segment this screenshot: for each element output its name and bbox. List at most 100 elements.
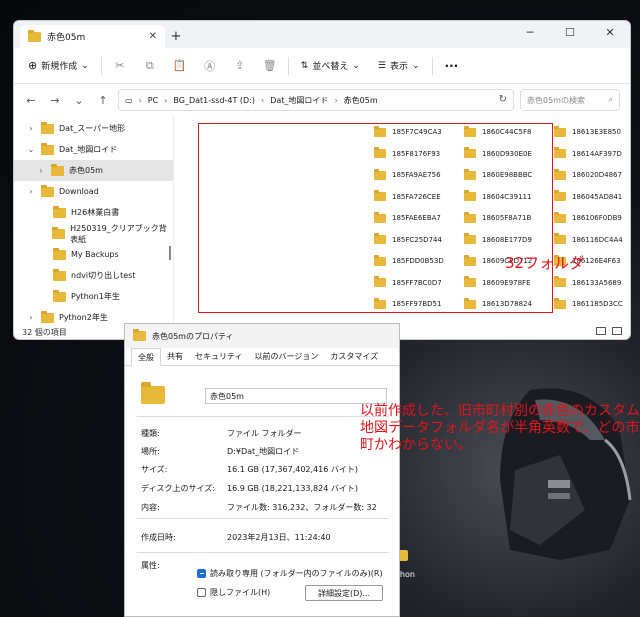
folder-item[interactable]: 1861185D3CC: [554, 294, 630, 314]
folder-name: 18613E3E850: [572, 128, 621, 136]
sort-button[interactable]: ⇅ 並べ替え ⌄: [295, 59, 366, 73]
search-input[interactable]: 赤色05mの検索 ⌕: [520, 89, 620, 111]
annotation-folder-count: 32フォルダ: [505, 254, 585, 272]
tab-4[interactable]: カスタマイズ: [324, 348, 384, 365]
search-placeholder: 赤色05mの検索: [527, 95, 585, 105]
property-value: ファイル数: 316,232、フォルダー数: 32: [227, 503, 377, 512]
property-row: 内容: ファイル数: 316,232、フォルダー数: 32: [141, 502, 377, 513]
helmet-wallpaper-image: [500, 388, 632, 560]
breadcrumb-current[interactable]: 赤色05m: [344, 95, 378, 106]
sidebar-item[interactable]: Python1年生: [14, 286, 173, 307]
property-value: ファイル フォルダー: [227, 429, 302, 438]
property-row: サイズ: 16.1 GB (17,367,402,416 バイト): [141, 464, 358, 475]
tab-2[interactable]: セキュリティ: [189, 348, 249, 365]
up-icon[interactable]: ↑: [94, 94, 112, 107]
folder-item[interactable]: 186106F0DB9: [554, 208, 630, 228]
copy-icon[interactable]: ⧉: [138, 54, 162, 78]
close-tab-icon[interactable]: ✕: [149, 31, 157, 42]
folder-name: 186116DC4A4: [572, 235, 623, 244]
monitor-icon: ▭: [125, 95, 133, 105]
advanced-button[interactable]: 詳細設定(D)...: [305, 585, 383, 601]
folder-item[interactable]: 186020D4867: [554, 165, 630, 185]
divider: [100, 56, 102, 75]
sidebar-item-label: H250319_クリアブック背表紙: [70, 223, 167, 244]
rename-icon[interactable]: Ⓐ: [198, 54, 222, 78]
chevron-icon[interactable]: ›: [26, 187, 36, 196]
back-icon[interactable]: ←: [22, 94, 40, 107]
dialog-tabs: 全般 共有 セキュリティ 以前のバージョン カスタマイズ: [125, 348, 399, 366]
minimize-button[interactable]: ─: [510, 21, 550, 43]
folder-name-field[interactable]: 赤色05m: [205, 388, 387, 404]
sidebar-item[interactable]: › 赤色05m: [14, 160, 173, 181]
paste-icon[interactable]: 📋: [168, 54, 192, 78]
property-value: D:¥Dat_地図ロイド: [227, 447, 300, 456]
view-label: 表示: [389, 62, 408, 72]
folder-item[interactable]: 18614AF397D: [554, 144, 630, 164]
search-icon: ⌕: [608, 95, 613, 104]
chevron-icon[interactable]: ⌄: [26, 145, 36, 154]
readonly-checkbox[interactable]: 読み取り専用 (フォルダー内のファイルのみ)(R): [197, 568, 383, 579]
chevron-down-icon[interactable]: ⌄: [70, 94, 88, 107]
sort-label: 並べ替え: [312, 62, 349, 72]
view-button[interactable]: ☰ 表示 ⌄: [372, 59, 426, 73]
folder-name: 186020D4867: [572, 171, 622, 179]
folder-icon: [41, 121, 54, 134]
divider: [137, 518, 389, 519]
folder-item[interactable]: 186133A5689: [554, 273, 630, 293]
breadcrumb-drive[interactable]: BG_Dat1-ssd-4T (D:): [173, 96, 255, 105]
tab-active[interactable]: 赤色05m ✕: [20, 25, 165, 48]
folder-item[interactable]: 186116DC4A4: [554, 230, 630, 250]
new-button[interactable]: ⊕ 新規作成 ⌄: [22, 53, 95, 79]
sidebar-item-label: 赤色05m: [69, 166, 103, 175]
tab-3[interactable]: 以前のバージョン: [249, 348, 325, 365]
breadcrumb-parent[interactable]: Dat_地図ロイド: [270, 95, 328, 106]
sidebar-item[interactable]: My Backups: [14, 244, 173, 265]
close-window-button[interactable]: ✕: [590, 21, 630, 43]
sidebar-item[interactable]: H250319_クリアブック背表紙: [14, 223, 173, 244]
sidebar-item[interactable]: › Dat_スーパー地形: [14, 118, 173, 139]
property-key: ディスク上のサイズ:: [141, 484, 215, 493]
folder-icon: [51, 163, 64, 176]
cut-icon[interactable]: ✂: [108, 54, 132, 78]
maximize-button[interactable]: ☐: [550, 21, 590, 43]
folder-name: 186106F0DB9: [572, 214, 622, 222]
properties-dialog: 赤色05mのプロパティ 全般 共有 セキュリティ 以前のバージョン カスタマイズ 赤色0…: [124, 323, 400, 617]
sidebar-item[interactable]: H26林業白書: [14, 202, 173, 223]
breadcrumb-separator: ›: [164, 95, 168, 105]
title-bar: 赤色05m ✕ + ─ ☐ ✕: [14, 21, 630, 48]
refresh-icon[interactable]: ↻: [499, 94, 507, 105]
folder-icon: [53, 247, 66, 260]
sidebar-item-label: Download: [59, 187, 99, 196]
delete-icon[interactable]: 🗑: [258, 54, 282, 78]
dialog-title: 赤色05mのプロパティ: [152, 331, 234, 341]
new-tab-button[interactable]: +: [165, 25, 187, 48]
share-icon[interactable]: ⇪: [228, 54, 252, 78]
folder-icon: [554, 147, 566, 158]
sidebar-item-label: Dat_地図ロイド: [59, 145, 118, 154]
folder-icon: [52, 226, 66, 239]
address-bar[interactable]: ▭ › PC › BG_Dat1-ssd-4T (D:) › Dat_地図ロイド…: [118, 89, 514, 111]
chevron-icon[interactable]: ›: [26, 124, 36, 133]
folder-item[interactable]: 186045AD841: [554, 187, 630, 207]
tab-0[interactable]: 全般: [131, 348, 161, 366]
scrollbar-thumb[interactable]: [169, 246, 171, 260]
tiles-view-icon[interactable]: [612, 327, 622, 335]
chevron-down-icon: ⌄: [81, 60, 89, 71]
navigation-pane: › Dat_スーパー地形 ⌄ Dat_地図ロイド › 赤色05m › Download H26林…: [14, 116, 174, 327]
sidebar-item-label: Dat_スーパー地形: [59, 124, 126, 133]
breadcrumb-pc[interactable]: PC: [148, 96, 158, 105]
tab-1[interactable]: 共有: [161, 348, 189, 365]
sidebar-item[interactable]: ndvi切り出しtest: [14, 265, 173, 286]
sidebar-item[interactable]: ⌄ Dat_地図ロイド: [14, 139, 173, 160]
chevron-icon[interactable]: ›: [26, 313, 36, 322]
details-view-icon[interactable]: [596, 327, 606, 335]
folder-icon: [554, 233, 566, 244]
chevron-icon[interactable]: ›: [36, 166, 46, 175]
more-options-button[interactable]: ···: [439, 59, 465, 73]
forward-icon[interactable]: →: [46, 94, 64, 107]
folder-item[interactable]: 18613E3E850: [554, 122, 630, 142]
sidebar-item[interactable]: › Download: [14, 181, 173, 202]
hidden-checkbox[interactable]: 隠しファイル(H): [197, 587, 270, 598]
folder-icon: [554, 125, 566, 137]
folder-icon: [41, 142, 54, 155]
